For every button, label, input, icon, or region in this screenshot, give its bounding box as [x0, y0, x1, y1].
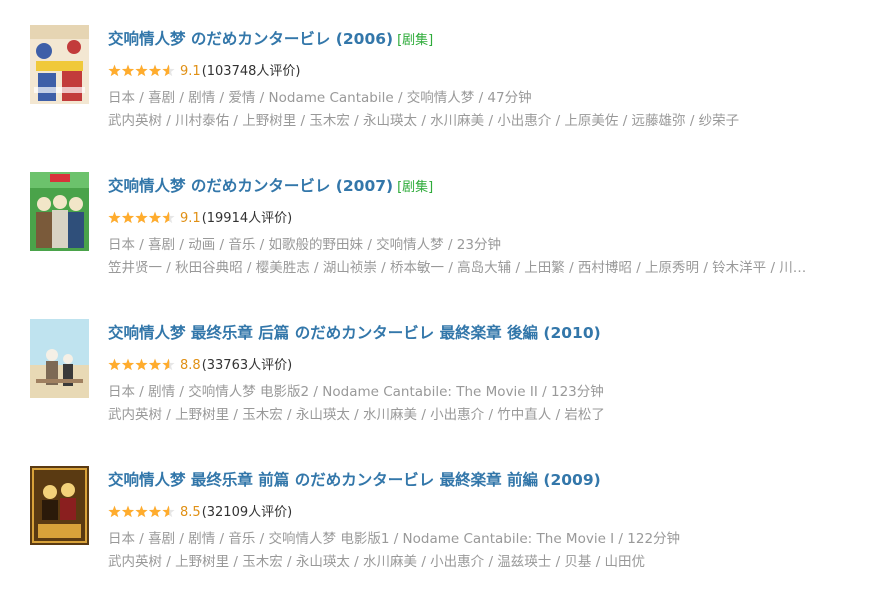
result-info: 交响情人梦 最终乐章 后篇 のだめカンタービレ 最終楽章 後編 (2010) 8… [108, 319, 868, 425]
rating-stars-icon [108, 211, 175, 224]
rating: 9.1(19914人评价) [108, 209, 868, 229]
star-filled [148, 505, 162, 518]
result-meta: 日本 / 剧情 / 交响情人梦 电影版2 / Nodame Cantabile:… [108, 384, 604, 400]
star-filled [121, 211, 135, 224]
star-filled [108, 211, 121, 224]
rating: 8.8(33763人评价) [108, 356, 868, 376]
poster-thumbnail[interactable] [30, 319, 89, 398]
type-tag: [剧集] [397, 33, 434, 48]
result-info: 交响情人梦 のだめカンタービレ (2007) [剧集] 9.1(19914人评价)… [108, 172, 868, 278]
result-meta: 日本 / 喜剧 / 动画 / 音乐 / 如歌般的野田妹 / 交响情人梦 / 23… [108, 237, 501, 253]
search-results: 交响情人梦 のだめカンタービレ (2006) [剧集] 9.1(103748人评价… [0, 0, 888, 600]
result-info: 交响情人梦 のだめカンタービレ (2006) [剧集] 9.1(103748人评价… [108, 25, 868, 131]
star-filled [148, 358, 162, 371]
poster-image [30, 319, 89, 398]
rating: 9.1(103748人评价) [108, 62, 868, 82]
result-item: 交响情人梦 のだめカンタービレ (2006) [剧集] 9.1(103748人评价… [30, 25, 870, 145]
star-filled [135, 505, 148, 518]
rating-score: 8.5 [180, 505, 201, 520]
poster-thumbnail[interactable] [30, 466, 89, 545]
result-title-link[interactable]: 交响情人梦 のだめカンタービレ (2006) [108, 30, 393, 48]
star-filled [108, 64, 121, 77]
result-cast: 武内英树 / 上野树里 / 玉木宏 / 永山瑛太 / 水川麻美 / 小出惠介 /… [108, 554, 646, 570]
rating-count: (33763人评价) [201, 358, 293, 373]
rating-stars-icon [108, 64, 175, 77]
rating-stars-icon [108, 358, 175, 371]
rating: 8.5(32109人评价) [108, 503, 868, 523]
star-filled [135, 64, 148, 77]
rating-count: (19914人评价) [201, 211, 293, 226]
result-title-link[interactable]: 交响情人梦 最终乐章 后篇 のだめカンタービレ 最終楽章 後編 (2010) [108, 324, 601, 342]
result-item: 交响情人梦 のだめカンタービレ (2007) [剧集] 9.1(19914人评价)… [30, 172, 870, 292]
poster-thumbnail[interactable] [30, 172, 89, 251]
result-item: 交响情人梦 最终乐章 前篇 のだめカンタービレ 最終楽章 前編 (2009) 8… [30, 466, 870, 586]
star-filled [121, 64, 135, 77]
star-filled [148, 211, 162, 224]
result-title-link[interactable]: 交响情人梦 最终乐章 前篇 のだめカンタービレ 最終楽章 前編 (2009) [108, 471, 601, 489]
result-cast: 武内英树 / 上野树里 / 玉木宏 / 永山瑛太 / 水川麻美 / 小出惠介 /… [108, 407, 605, 423]
result-meta: 日本 / 喜剧 / 剧情 / 音乐 / 交响情人梦 电影版1 / Nodame … [108, 531, 681, 547]
star-filled [148, 64, 162, 77]
poster-image [30, 25, 89, 104]
rating-score: 8.8 [180, 358, 201, 373]
type-tag: [剧集] [397, 180, 434, 195]
star-filled [121, 505, 135, 518]
star-filled [108, 505, 121, 518]
rating-count: (103748人评价) [201, 64, 301, 79]
result-cast: 武内英树 / 川村泰佑 / 上野树里 / 玉木宏 / 永山瑛太 / 水川麻美 /… [108, 113, 740, 129]
result-title-link[interactable]: 交响情人梦 のだめカンタービレ (2007) [108, 177, 393, 195]
rating-score: 9.1 [180, 64, 201, 79]
rating-stars-icon [108, 505, 175, 518]
result-info: 交响情人梦 最终乐章 前篇 のだめカンタービレ 最終楽章 前編 (2009) 8… [108, 466, 868, 572]
poster-thumbnail[interactable] [30, 25, 89, 104]
rating-score: 9.1 [180, 211, 201, 226]
poster-image [30, 466, 89, 545]
star-filled [121, 358, 135, 371]
star-filled [135, 358, 148, 371]
star-filled [108, 358, 121, 371]
poster-image [30, 172, 89, 251]
result-cast: 笠井贤一 / 秋田谷典昭 / 樱美胜志 / 湖山祯崇 / 桥本敏一 / 高岛大辅… [108, 260, 807, 276]
result-item: 交响情人梦 最终乐章 后篇 のだめカンタービレ 最終楽章 後編 (2010) 8… [30, 319, 870, 439]
rating-count: (32109人评价) [201, 505, 293, 520]
star-filled [135, 211, 148, 224]
result-meta: 日本 / 喜剧 / 剧情 / 爱情 / Nodame Cantabile / 交… [108, 90, 532, 106]
